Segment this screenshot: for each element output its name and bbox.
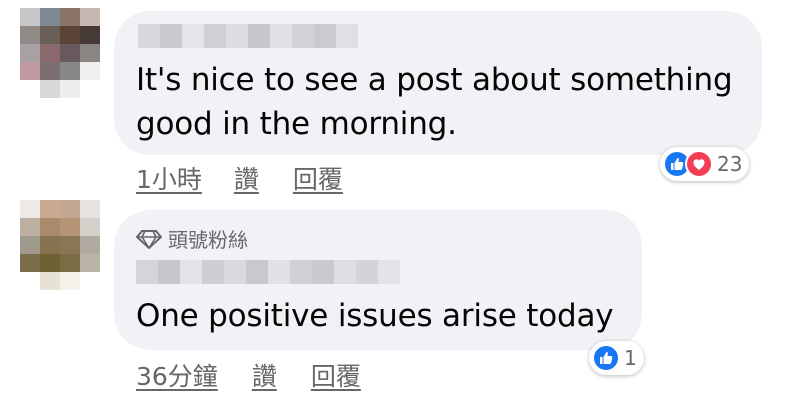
avatar[interactable] [20, 8, 100, 98]
reaction-count: 1 [624, 346, 637, 370]
commenter-name[interactable] [138, 24, 358, 48]
comment-text-line-2: good in the morning. [136, 106, 457, 142]
reaction-count: 23 [717, 152, 743, 176]
top-fan-badge[interactable]: 頭號粉絲 [136, 224, 248, 253]
diamond-icon [136, 229, 162, 249]
comment-text: One positive issues arise today [136, 298, 614, 334]
commenter-name[interactable] [136, 260, 400, 284]
reaction-summary[interactable]: 23 [660, 147, 750, 181]
comment-text-line-1: It's nice to see a post about something [136, 62, 733, 98]
timestamp-link[interactable]: 36分鐘 [136, 357, 218, 393]
avatar[interactable] [20, 200, 100, 290]
reaction-summary[interactable]: 1 [589, 341, 644, 375]
love-icon [685, 150, 713, 178]
reply-button[interactable]: 回覆 [311, 357, 361, 393]
timestamp-link[interactable]: 1小時 [136, 160, 202, 196]
like-icon [592, 344, 620, 372]
like-button[interactable]: 讚 [252, 357, 277, 393]
comment-actions: 36分鐘 讚 回覆 [136, 357, 361, 393]
reply-button[interactable]: 回覆 [293, 160, 343, 196]
comment-thread: It's nice to see a post about something … [0, 0, 800, 400]
like-button[interactable]: 讚 [234, 160, 259, 196]
comment-actions: 1小時 讚 回覆 [136, 160, 343, 196]
badge-label: 頭號粉絲 [168, 228, 248, 252]
